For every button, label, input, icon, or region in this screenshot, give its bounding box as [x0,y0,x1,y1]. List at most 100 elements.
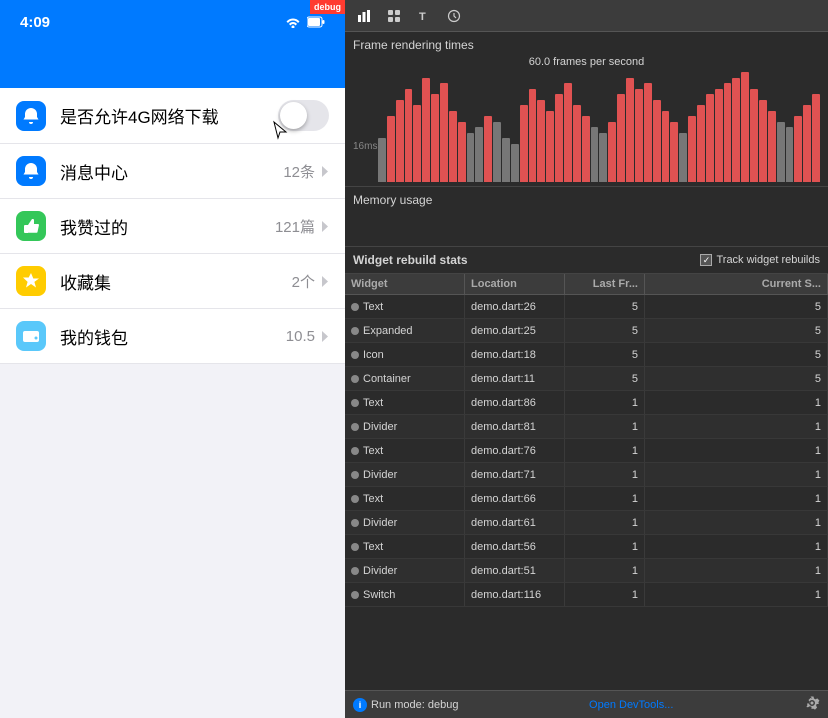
chart-bar [440,83,448,182]
chart-bar [520,105,528,182]
frame-rendering-section: Frame rendering times 60.0 frames per se… [345,32,828,187]
td-location-0: demo.dart:26 [465,295,565,318]
svg-text:T: T [419,11,426,23]
chart-bar [475,127,483,182]
chart-bar [741,72,749,182]
chart-bar [635,89,643,183]
td-current-12: 1 [645,583,828,606]
widget-dot [351,327,359,335]
chart-bar [405,89,413,183]
wifi-icon [285,16,301,28]
table-header: Widget Location Last Fr... Current S... [345,274,828,295]
td-widget-12: Switch [345,583,465,606]
table-row[interactable]: Text demo.dart:66 1 1 [345,487,828,511]
td-lastfr-7: 1 [565,463,645,486]
gear-icon[interactable] [804,695,820,714]
td-lastfr-10: 1 [565,535,645,558]
chart-bar [511,144,519,183]
chevron-right-icon-4 [321,330,329,343]
chart-bar [413,105,421,182]
list-item-likes[interactable]: 我赞过的 121篇 [0,199,345,254]
chart-bar [732,78,740,183]
clock-icon[interactable] [443,5,465,27]
table-row[interactable]: Expanded demo.dart:25 5 5 [345,319,828,343]
widget-dot [351,399,359,407]
chart-bar [555,94,563,182]
td-current-6: 1 [645,439,828,462]
table-row[interactable]: Divider demo.dart:81 1 1 [345,415,828,439]
open-devtools-button[interactable]: Open DevTools... [589,699,673,711]
list-item-4g-icon [16,101,46,131]
chart-bar [484,116,492,182]
table-row[interactable]: Text demo.dart:56 1 1 [345,535,828,559]
td-widget-6: Text [345,439,465,462]
mouse-cursor [270,120,290,140]
devtools-toolbar: T [345,0,828,32]
td-location-4: demo.dart:86 [465,391,565,414]
table-row[interactable]: Text demo.dart:76 1 1 [345,439,828,463]
td-current-2: 5 [645,343,828,366]
table-row[interactable]: Divider demo.dart:71 1 1 [345,463,828,487]
widget-rebuild-stats-section: Widget rebuild stats ✓ Track widget rebu… [345,247,828,690]
td-lastfr-4: 1 [565,391,645,414]
table-row[interactable]: Switch demo.dart:116 1 1 [345,583,828,607]
td-widget-3: Container [345,367,465,390]
td-widget-2: Icon [345,343,465,366]
chart-bar [582,116,590,182]
td-lastfr-6: 1 [565,439,645,462]
devtools-panel: T Frame rendering times 60.0 frames per … [345,0,828,718]
track-widget-checkbox[interactable]: ✓ Track widget rebuilds [700,254,820,266]
frame-chart-area: 16ms [353,72,820,182]
table-row[interactable]: Divider demo.dart:61 1 1 [345,511,828,535]
list-item-messages-icon [16,156,46,186]
td-current-11: 1 [645,559,828,582]
td-lastfr-5: 1 [565,415,645,438]
chart-bar [662,111,670,183]
td-widget-9: Divider [345,511,465,534]
td-location-2: demo.dart:18 [465,343,565,366]
list-item-messages[interactable]: 消息中心 12条 [0,144,345,199]
widget-name: Divider [363,517,397,529]
list-item-favorites-icon [16,266,46,296]
chart-bar [564,83,572,182]
list-item-wallet-badge: 10.5 [286,328,315,345]
widget-name: Text [363,397,383,409]
chevron-right-icon-3 [321,275,329,288]
list-item-4g[interactable]: 是否允许4G网络下载 [0,88,345,144]
chart-bar [679,133,687,183]
td-current-8: 1 [645,487,828,510]
widget-dot [351,471,359,479]
chart-16ms-label: 16ms [353,141,377,152]
frame-rendering-title: Frame rendering times [353,38,820,52]
list-item-favorites[interactable]: 收藏集 2个 [0,254,345,309]
chart-bar [431,94,439,182]
widget-name: Text [363,445,383,457]
td-lastfr-0: 5 [565,295,645,318]
table-row[interactable]: Divider demo.dart:51 1 1 [345,559,828,583]
td-current-5: 1 [645,415,828,438]
grid-icon[interactable] [383,5,405,27]
chart-bar [653,100,661,183]
chart-bar [750,89,758,183]
chart-bar [591,127,599,182]
widget-name: Expanded [363,325,413,337]
td-lastfr-1: 5 [565,319,645,342]
table-row[interactable]: Container demo.dart:11 5 5 [345,367,828,391]
list-item-wallet[interactable]: 我的钱包 10.5 [0,309,345,364]
widget-name: Text [363,301,383,313]
bar-chart-icon[interactable] [353,5,375,27]
widget-dot [351,351,359,359]
widget-name: Divider [363,565,397,577]
list-item-wallet-text: 我的钱包 [60,324,286,349]
table-row[interactable]: Text demo.dart:26 5 5 [345,295,828,319]
chart-bar [599,133,607,183]
chart-bar [777,122,785,183]
list-item-messages-badge: 12条 [283,161,315,182]
table-row[interactable]: Text demo.dart:86 1 1 [345,391,828,415]
list-item-favorites-text: 收藏集 [60,269,292,294]
th-last-frame: Last Fr... [565,274,645,294]
wallet-icon [22,327,40,345]
table-row[interactable]: Icon demo.dart:18 5 5 [345,343,828,367]
phone-time: 4:09 [20,14,50,31]
text-format-icon[interactable]: T [413,5,435,27]
